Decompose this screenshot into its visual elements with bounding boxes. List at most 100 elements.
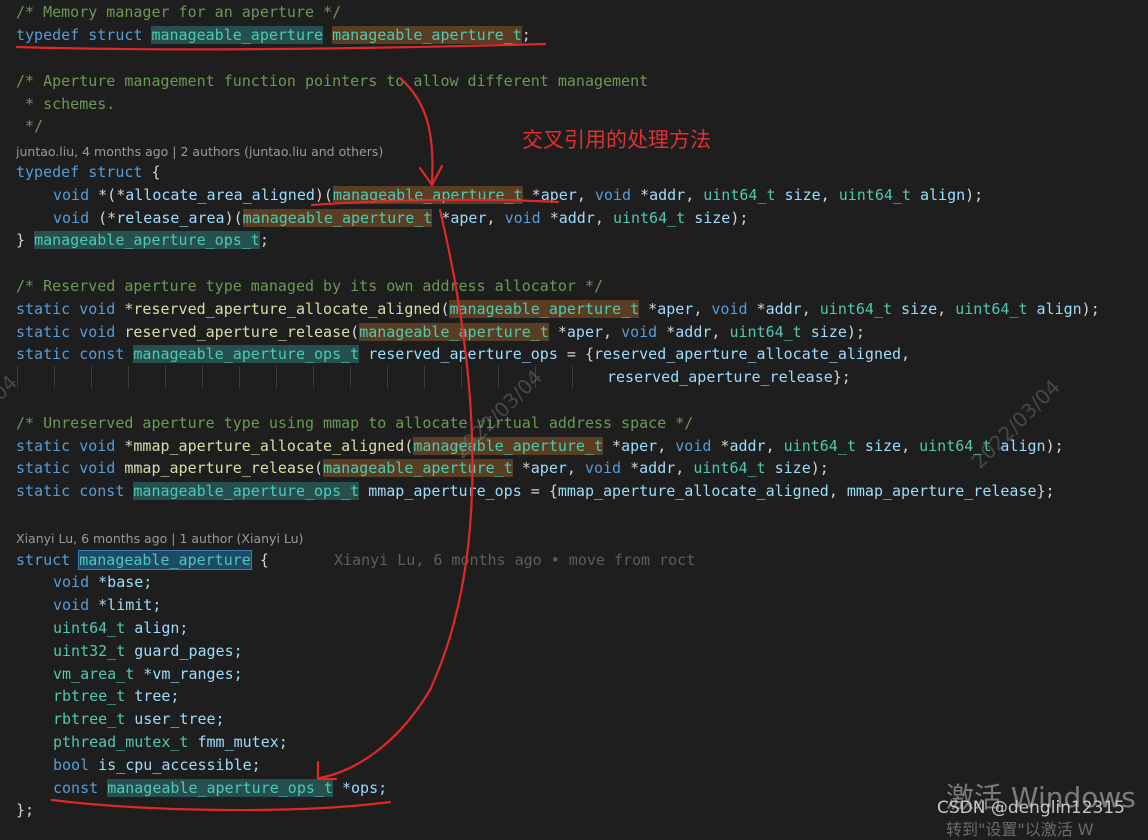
code-line: */ xyxy=(16,117,44,135)
punct: { xyxy=(250,551,269,569)
punct: ); xyxy=(965,186,984,204)
punct: , xyxy=(693,300,712,318)
punct: = { xyxy=(521,482,558,500)
keyword: void xyxy=(621,323,658,341)
type-name[interactable]: manageable_aperture_ops_t xyxy=(133,482,360,500)
indent-guide xyxy=(91,366,92,388)
keyword: void xyxy=(594,186,631,204)
punct: * xyxy=(621,459,640,477)
type-name[interactable]: manageable_aperture_t xyxy=(242,209,433,227)
punct: ); xyxy=(1045,437,1064,455)
function-name[interactable]: mmap_aperture_allocate_aligned xyxy=(133,437,404,455)
identifier: release_area xyxy=(116,209,225,227)
type-name: uint32_t xyxy=(53,642,126,660)
code-line: static void *mmap_aperture_allocate_alig… xyxy=(16,435,1064,458)
keyword: void xyxy=(584,459,622,477)
punct: }; xyxy=(1036,482,1055,500)
identifier: aper xyxy=(566,323,604,341)
struct-field: rbtree_t user_tree; xyxy=(53,708,225,731)
code-line: } manageable_aperture_ops_t; xyxy=(16,229,269,252)
identifier: addr xyxy=(649,186,686,204)
code-line: /* Aperture management function pointers… xyxy=(16,72,649,90)
code-line: void *(*allocate_area_aligned)(manageabl… xyxy=(53,184,983,207)
punct: ); xyxy=(810,459,829,477)
punct: * xyxy=(639,300,658,318)
type-name[interactable]: manageable_aperture_ops_t xyxy=(34,231,260,249)
punct: *(* xyxy=(89,186,126,204)
identifier: mmap_aperture_allocate_aligned xyxy=(557,482,829,500)
type-name: rbtree_t xyxy=(53,710,126,728)
punct: , xyxy=(603,323,622,341)
keyword: const xyxy=(53,779,99,797)
punct: * xyxy=(548,323,567,341)
punct xyxy=(98,779,107,797)
indent-guide xyxy=(165,366,166,388)
identifier: reserved_aperture_release xyxy=(607,368,833,386)
keyword: void xyxy=(675,437,712,455)
punct: , xyxy=(801,300,820,318)
punct: , xyxy=(820,186,839,204)
indent-guide xyxy=(350,366,351,388)
struct-field: const manageable_aperture_ops_t *ops; xyxy=(53,777,387,800)
identifier: mmap_aperture_ops xyxy=(368,482,522,500)
type-name[interactable]: manageable_aperture_t xyxy=(449,300,640,318)
punct: * xyxy=(115,437,134,455)
git-blame-inline: Xianyi Lu, 6 months ago • move from roct xyxy=(334,551,696,569)
keyword: void xyxy=(53,209,90,227)
codelens-authors[interactable]: juntao.liu, 4 months ago | 2 authors (ju… xyxy=(16,143,383,161)
function-name[interactable]: mmap_aperture_release xyxy=(124,459,314,477)
indent-guide xyxy=(424,366,425,388)
identifier: align xyxy=(910,186,966,204)
type-name[interactable]: manageable_aperture_ops_t xyxy=(133,345,360,363)
keyword: typedef struct xyxy=(16,163,143,181)
punct: = { xyxy=(557,345,594,363)
identifier: allocate_area_aligned xyxy=(125,186,315,204)
type-name[interactable]: manageable_aperture_t xyxy=(413,437,604,455)
code-line: /* Unreserved aperture type using mmap t… xyxy=(16,414,694,432)
type-name: uint64_t xyxy=(612,209,686,227)
struct-field: rbtree_t tree; xyxy=(53,685,179,708)
punct: )( xyxy=(314,186,333,204)
keyword: void xyxy=(53,573,90,591)
indent-guide xyxy=(461,366,462,388)
identifier: is_cpu_accessible; xyxy=(89,756,261,774)
function-name[interactable]: reserved_aperture_allocate_aligned xyxy=(133,300,440,318)
keyword: static void xyxy=(16,323,116,341)
code-line: static const manageable_aperture_ops_t r… xyxy=(16,343,910,366)
type-name: pthread_mutex_t xyxy=(53,733,189,751)
type-name[interactable]: manageable_aperture_t xyxy=(359,323,549,341)
struct-field: void *base; xyxy=(53,571,152,594)
identifier: size xyxy=(855,437,902,455)
type-name: uint64_t xyxy=(838,186,911,204)
type-name-selected[interactable]: manageable_aperture xyxy=(78,550,252,570)
punct: }; xyxy=(832,368,851,386)
code-line: reserved_aperture_release}; xyxy=(607,366,851,389)
punct: * xyxy=(522,186,541,204)
type-name[interactable]: manageable_aperture_t xyxy=(332,26,522,44)
punct: } xyxy=(16,231,35,249)
keyword: bool xyxy=(53,756,90,774)
identifier: aper xyxy=(540,186,577,204)
type-name: uint64_t xyxy=(703,186,776,204)
type-name: uint64_t xyxy=(955,300,1028,318)
punct: ); xyxy=(846,323,865,341)
struct-field: vm_area_t *vm_ranges; xyxy=(53,663,243,686)
type-name[interactable]: manageable_aperture xyxy=(151,26,324,44)
identifier: mmap_aperture_release xyxy=(846,482,1037,500)
punct: ); xyxy=(1081,300,1100,318)
indent-guide xyxy=(128,366,129,388)
identifier: addr xyxy=(675,323,712,341)
type-name[interactable]: manageable_aperture_t xyxy=(332,186,523,204)
codelens-authors[interactable]: Xianyi Lu, 6 months ago | 1 author (Xian… xyxy=(16,530,303,548)
identifier: user_tree; xyxy=(125,710,225,728)
punct: ( xyxy=(314,459,324,477)
function-name[interactable]: reserved_aperture_release xyxy=(124,323,350,341)
identifier: reserved_aperture_ops xyxy=(368,345,558,363)
code-line: /* Memory manager for an aperture */ xyxy=(16,3,342,21)
windows-activation-subtitle: 转到"设置"以激活 W xyxy=(946,820,1094,839)
punct: * xyxy=(512,459,531,477)
type-name[interactable]: manageable_aperture_ops_t xyxy=(107,779,333,797)
type-name[interactable]: manageable_aperture_t xyxy=(323,459,513,477)
identifier: guard_pages; xyxy=(125,642,243,660)
code-line: * schemes. xyxy=(16,95,116,113)
